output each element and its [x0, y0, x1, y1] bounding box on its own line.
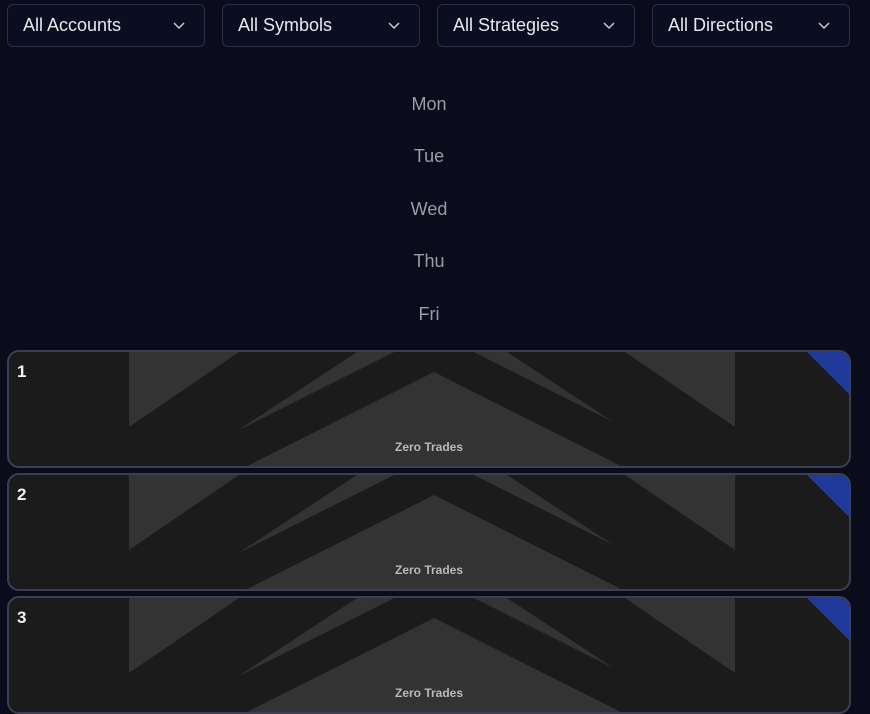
accounts-dropdown-label: All Accounts [23, 15, 122, 35]
week-card-1[interactable]: 1 Zero Trades [7, 350, 851, 468]
corner-accent [807, 598, 849, 640]
chevron-down-icon [603, 22, 615, 30]
directions-dropdown[interactable]: All Directions [652, 4, 850, 47]
day-label-tue: Tue [413, 146, 445, 166]
week-card-2[interactable]: 2 Zero Trades [7, 473, 851, 591]
filter-bar: All Accounts All Symbols All Strategies … [7, 4, 851, 49]
day-label-thu: Thu [413, 251, 445, 271]
corner-accent [807, 475, 849, 517]
accounts-dropdown[interactable]: All Accounts [7, 4, 205, 47]
corner-accent [807, 352, 849, 394]
directions-dropdown-label: All Directions [668, 15, 774, 35]
day-label-mon: Mon [411, 94, 447, 114]
strategies-dropdown-label: All Strategies [453, 15, 560, 35]
symbols-dropdown[interactable]: All Symbols [222, 4, 420, 47]
chevron-down-icon [818, 22, 830, 30]
zero-trades-label: Zero Trades [394, 686, 464, 700]
zero-trades-label: Zero Trades [394, 563, 464, 577]
chevron-down-icon [173, 22, 185, 30]
day-label-fri: Fri [418, 304, 440, 324]
strategies-dropdown[interactable]: All Strategies [437, 4, 635, 47]
week-number: 3 [17, 608, 27, 627]
symbols-dropdown-label: All Symbols [238, 15, 333, 35]
week-number: 2 [17, 485, 27, 504]
chevron-down-icon [388, 22, 400, 30]
week-card-3[interactable]: 3 Zero Trades [7, 596, 851, 714]
day-label-wed: Wed [410, 199, 448, 219]
zero-trades-label: Zero Trades [394, 440, 464, 454]
week-number: 1 [17, 362, 27, 381]
